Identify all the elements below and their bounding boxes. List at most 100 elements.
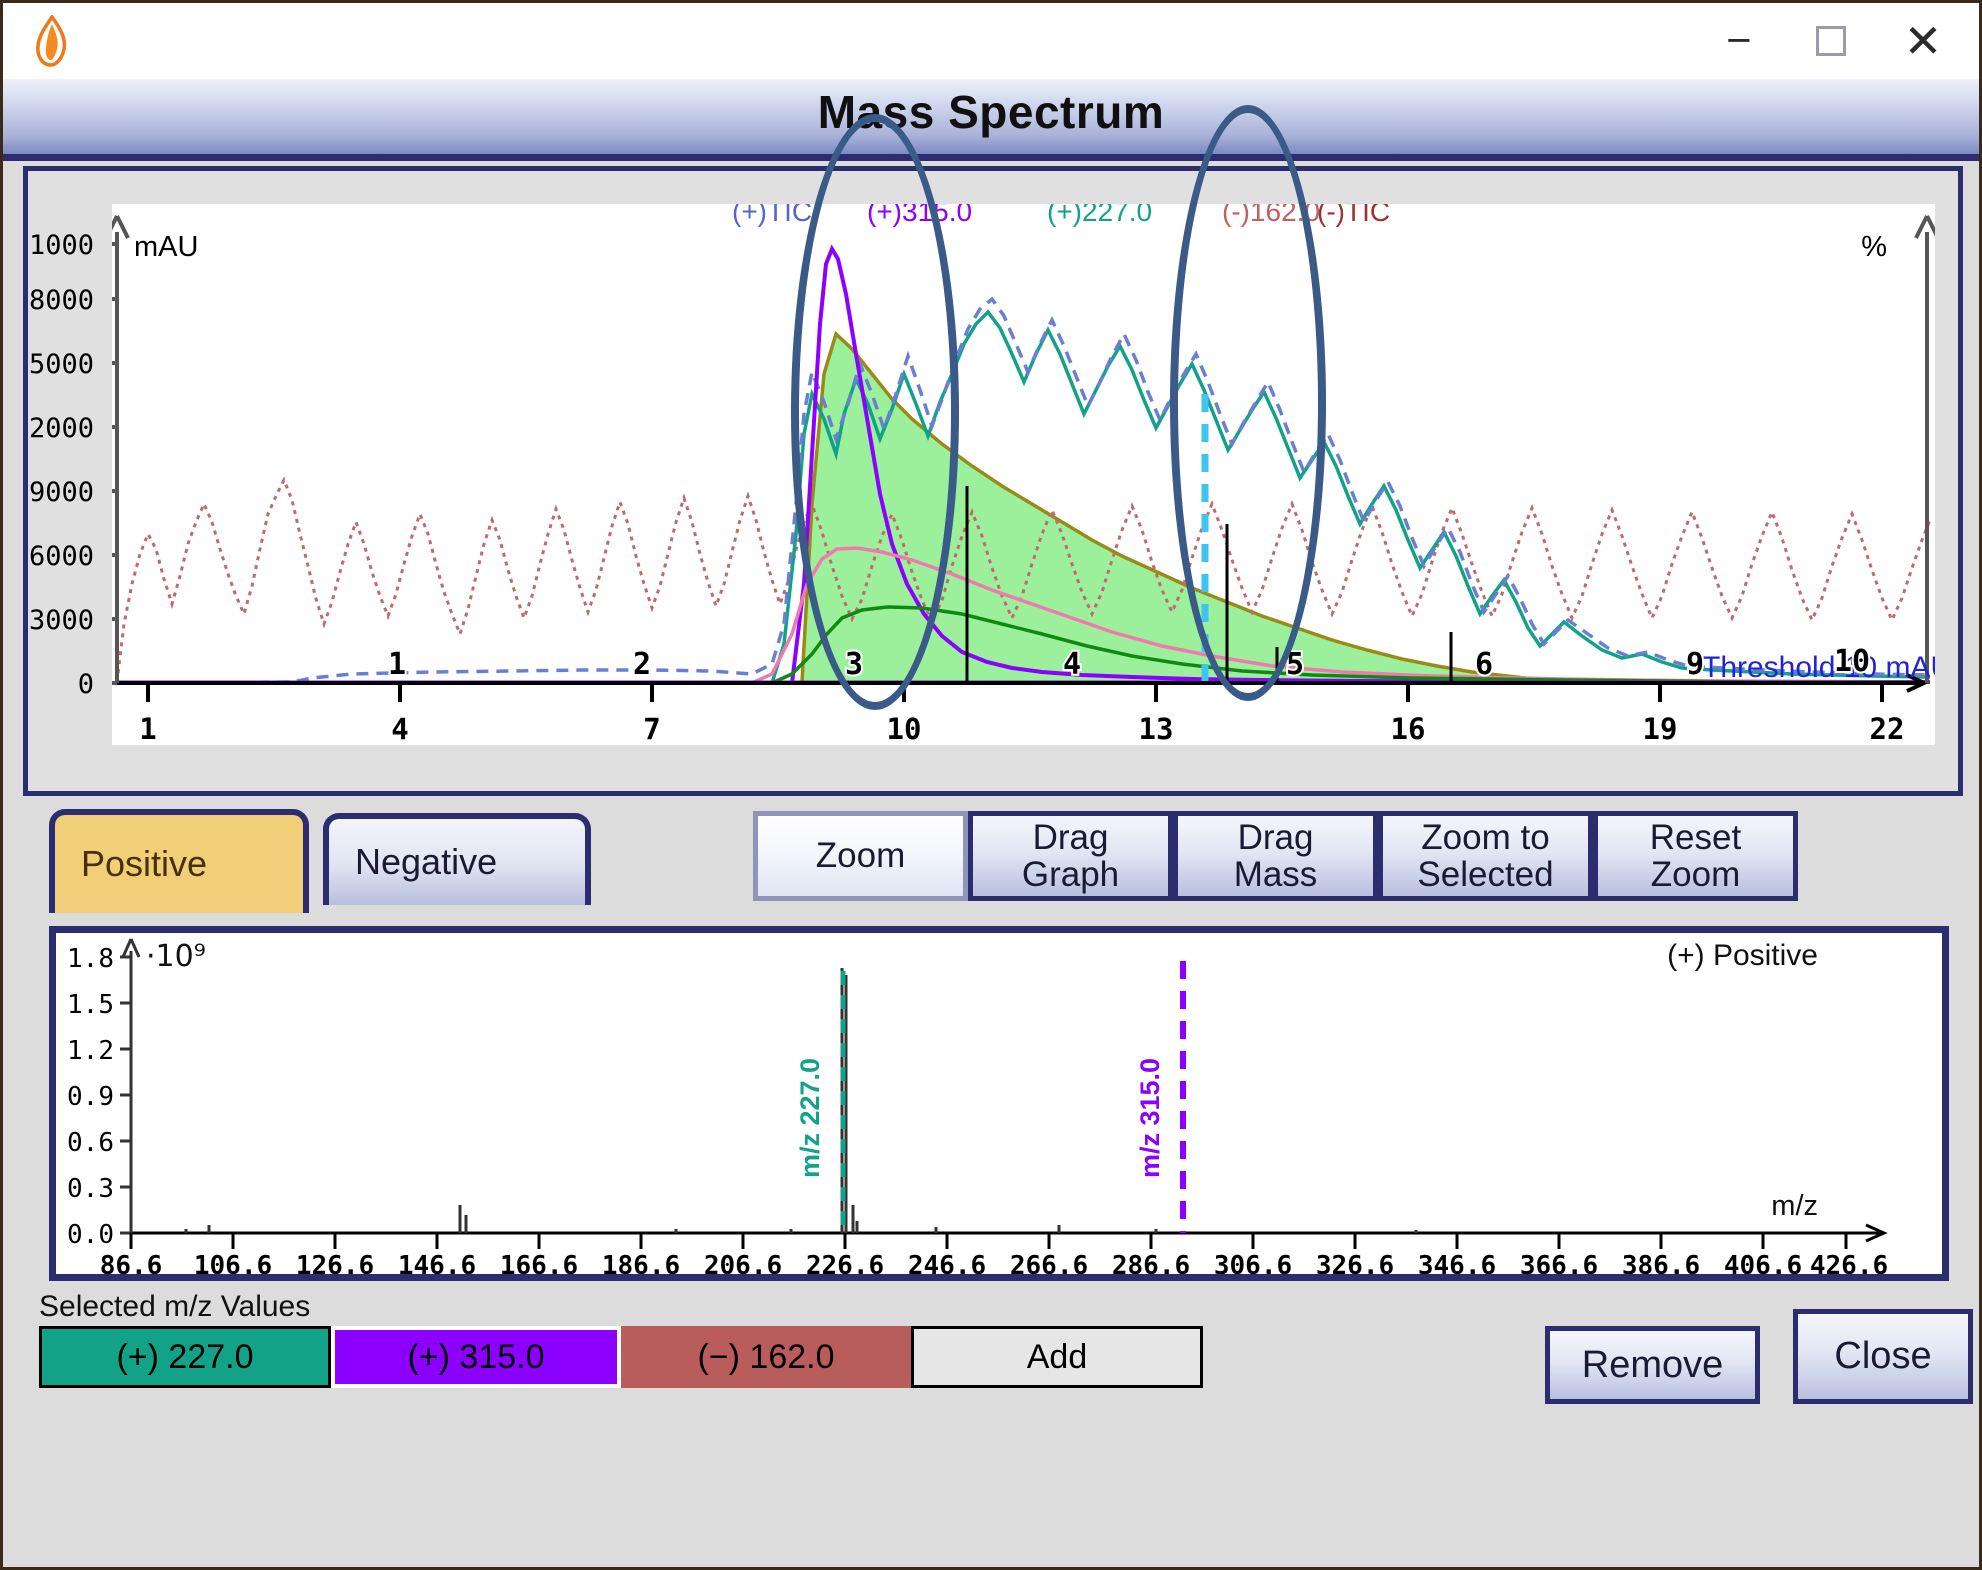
ms-xtick-2: 126.6 [296,1251,374,1274]
ms-xtick-12: 326.6 [1316,1251,1394,1274]
peak-label-6: 6 [1475,647,1493,682]
reset-zoom-button[interactable]: Reset Zoom [1593,811,1798,901]
chrom-ytick-2: 6000 [29,541,94,572]
chrom-ytick-0: 0 [78,669,94,700]
chrom-ytick-6: 8000 [29,285,94,316]
zoom-mode-label: Zoom [815,836,906,876]
close-dialog-button[interactable]: Close [1793,1309,1973,1404]
chrom-xtick-2: 7 [643,712,660,746]
mz-chip-162-label: (−) 162.0 [697,1337,835,1376]
chrom-xtick-5: 16 [1391,712,1426,746]
close-dialog-label: Close [1834,1335,1932,1377]
zoom-to-selected-label-1: Zoom to [1421,817,1550,857]
chrom-xtick-7: 22 [1870,712,1905,746]
main-panel: mAU % (+)TIC (+)315.0 (+)227.0 (-)162.0 … [3,154,1979,1567]
mz-marker-227-label: m/z 227.0 [795,1058,825,1178]
chrom-xtick-6: 19 [1643,712,1678,746]
ms-polarity-title: (+) Positive [1667,939,1818,972]
chrom-ytick-3: 9000 [29,477,94,508]
ms-xtick-14: 366.6 [1520,1251,1598,1274]
ms-y-multiplier: ·10⁹ [146,939,206,974]
minimize-button[interactable]: ─ [1693,3,1785,79]
mass-spectrum-svg: m/z 227.0 m/z 315.0 (+) Positive m/z ·10… [67,938,1888,1274]
drag-mass-label-2: Mass [1233,855,1318,894]
peak-label-1: 1 [388,647,406,682]
peak-label-2: 2 [633,647,651,682]
ms-xtick-10: 286.6 [1112,1251,1190,1274]
reset-zoom-label-1: Reset [1649,817,1742,857]
mz-chip-227-label: (+) 227.0 [116,1337,254,1376]
chrom-xtick-0: 1 [139,712,156,746]
ms-xtick-9: 266.6 [1010,1251,1088,1274]
zoom-to-selected-button[interactable]: Zoom to Selected [1378,811,1593,901]
mz-chip-227[interactable]: (+) 227.0 [39,1326,331,1388]
drag-mass-button[interactable]: Drag Mass [1173,811,1378,901]
chrom-ytick-7: 1000 [29,230,94,261]
peak-label-3: 3 [845,647,863,682]
mass-spectrum-window: ─ ✕ Mass Spectrum mAU % (+)TIC (+)315.0 … [0,0,1982,1570]
tab-positive[interactable]: Positive [49,809,309,913]
ms-xtick-5: 186.6 [602,1251,680,1274]
mz-chip-315[interactable]: (+) 315.0 [331,1326,621,1388]
add-mz-button[interactable]: Add [911,1326,1203,1388]
drag-graph-label-2: Graph [1021,855,1120,894]
ms-ytick-0: 0.0 [67,1220,114,1250]
tab-positive-label: Positive [81,843,208,884]
chrom-tick-labels: 0 3000 6000 9000 2000 5000 8000 1000 1 4… [29,230,1905,746]
chrom-ytick-1: 3000 [29,605,94,636]
ms-ytick-3: 0.9 [67,1082,114,1112]
ms-x-ticks [129,1233,1848,1249]
ms-ytick-1: 0.3 [67,1174,114,1204]
title-bar: ─ ✕ [3,3,1979,79]
chromatogram-panel[interactable]: mAU % (+)TIC (+)315.0 (+)227.0 (-)162.0 … [23,166,1963,796]
peak-label-9: 9 [1686,647,1704,682]
close-window-button[interactable]: ✕ [1877,3,1969,79]
maximize-button[interactable] [1785,3,1877,79]
remove-mz-label: Remove [1581,1343,1724,1386]
ms-ytick-6: 1.8 [67,944,114,974]
window-controls: ─ ✕ [1693,3,1969,79]
chrom-ytick-5: 5000 [29,349,94,380]
tab-negative-label: Negative [355,841,498,882]
ms-xtick-0: 86.6 [100,1251,163,1274]
chrom-xtick-3: 10 [887,712,922,746]
mz-chip-315-label: (+) 315.0 [407,1337,545,1376]
add-mz-label: Add [1026,1337,1088,1376]
ms-xtick-17: 426.6 [1810,1251,1888,1274]
ms-x-axis-label: m/z [1771,1190,1818,1222]
ms-xtick-15: 386.6 [1622,1251,1700,1274]
ms-xtick-13: 346.6 [1418,1251,1496,1274]
remove-mz-button[interactable]: Remove [1545,1326,1760,1404]
chromatogram-plot-area[interactable]: mAU % (+)TIC (+)315.0 (+)227.0 (-)162.0 … [29,204,1935,746]
drag-mass-label-1: Drag [1237,817,1314,857]
selected-mz-chip-row: (+) 227.0 (+) 315.0 (−) 162.0 Add [39,1326,1203,1388]
ms-x-axis-arrow [1856,1223,1888,1243]
peak-label-10: 10 [1834,644,1870,679]
ms-y-ticks [120,955,131,1235]
tab-negative[interactable]: Negative [323,813,591,905]
drag-graph-button[interactable]: Drag Graph [968,811,1173,901]
ms-xtick-1: 106.6 [194,1251,272,1274]
chrom-ytick-4: 2000 [29,413,94,444]
zoom-to-selected-label-2: Selected [1417,855,1554,894]
peak-label-4: 4 [1063,647,1081,682]
ms-ytick-2: 0.6 [67,1128,114,1158]
mz-marker-315-label: m/z 315.0 [1135,1058,1165,1178]
ms-xtick-7: 226.6 [806,1251,884,1274]
reset-zoom-label-2: Zoom [1650,855,1741,894]
ms-ytick-4: 1.2 [67,1036,114,1066]
ms-xtick-4: 166.6 [500,1251,578,1274]
selected-mz-label: Selected m/z Values [39,1290,311,1323]
drag-graph-label-1: Drag [1032,817,1109,857]
zoom-mode-button[interactable]: Zoom [753,811,968,901]
mz-chip-162[interactable]: (−) 162.0 [621,1326,911,1388]
chrom-xtick-1: 4 [391,712,408,746]
chrom-xtick-4: 13 [1139,712,1174,746]
ms-xtick-3: 146.6 [398,1251,476,1274]
peak-label-5: 5 [1286,647,1304,682]
ms-xtick-8: 246.6 [908,1251,986,1274]
ms-xtick-16: 406.6 [1724,1251,1802,1274]
ms-ytick-5: 1.5 [67,990,114,1020]
mass-spectrum-panel[interactable]: m/z 227.0 m/z 315.0 (+) Positive m/z ·10… [49,926,1949,1281]
page-title: Mass Spectrum [817,86,1165,138]
